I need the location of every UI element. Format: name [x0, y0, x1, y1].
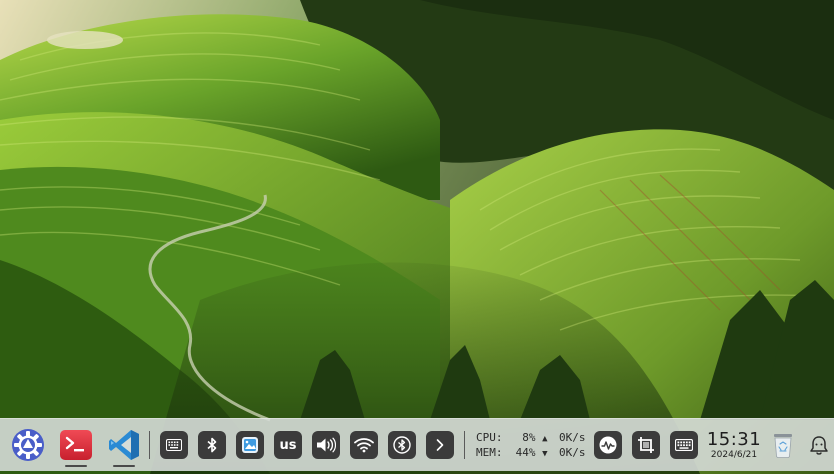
- system-monitor[interactable]: CPU: 8% ▲ 0K/s MEM: 44% ▼ 0K/s: [476, 431, 586, 459]
- taskbar: us CPU: 8% ▲ 0K/s MEM: 44% ▼ 0K/s 15:31 …: [0, 418, 834, 471]
- mem-label: MEM:: [476, 446, 503, 459]
- vscode-running-indicator: [113, 465, 135, 467]
- screenshot-app-icon: [242, 437, 258, 453]
- vscode-icon: [109, 430, 139, 460]
- mem-value: 44%: [515, 446, 536, 459]
- keyboard-settings-button[interactable]: [670, 431, 698, 459]
- crop-screenshot-icon: [638, 437, 654, 453]
- volume-button[interactable]: [312, 431, 340, 459]
- trash-icon: [774, 434, 792, 458]
- vscode-app-button[interactable]: [106, 427, 142, 463]
- activity-monitor-icon: [599, 436, 617, 454]
- bluetooth-icon: [207, 437, 217, 453]
- onscreen-keyboard-icon: [166, 439, 182, 451]
- launcher-gear-icon: [12, 429, 44, 461]
- cpu-value: 8%: [522, 431, 536, 444]
- clock-date: 2024/6/21: [710, 450, 758, 460]
- bluetooth-manager-button[interactable]: [388, 431, 416, 459]
- wifi-icon: [354, 438, 374, 453]
- clock-time: 15:31: [706, 429, 762, 450]
- desktop: us CPU: 8% ▲ 0K/s MEM: 44% ▼ 0K/s 15:31 …: [0, 0, 834, 474]
- clock[interactable]: 15:31 2024/6/21: [706, 429, 762, 463]
- onscreen-keyboard-button[interactable]: [160, 431, 188, 459]
- tray-expand-button[interactable]: [426, 431, 454, 459]
- terminal-icon: [60, 430, 92, 460]
- wallpaper-terraced-hills: [0, 0, 834, 474]
- mem-line: MEM: 44% ▼ 0K/s: [476, 446, 586, 461]
- upload-speed: 0K/s: [559, 431, 586, 444]
- activity-monitor-button[interactable]: [594, 431, 622, 459]
- cpu-label: CPU:: [476, 431, 503, 444]
- cpu-line: CPU: 8% ▲ 0K/s: [476, 431, 586, 446]
- bluetooth-tray-button[interactable]: [198, 431, 226, 459]
- chevron-right-icon: [436, 439, 444, 451]
- bluetooth-circle-icon: [393, 436, 411, 454]
- screenshot-app-button[interactable]: [236, 431, 264, 459]
- volume-icon: [317, 437, 336, 453]
- terminal-running-indicator: [65, 465, 87, 467]
- keyboard-icon: [675, 439, 693, 451]
- launcher-button[interactable]: [10, 427, 46, 463]
- keyboard-layout-label: us: [279, 437, 297, 453]
- notification-icon: [810, 436, 828, 455]
- separator: [464, 431, 465, 459]
- keyboard-layout-button[interactable]: us: [274, 431, 302, 459]
- crop-screenshot-button[interactable]: [632, 431, 660, 459]
- wifi-button[interactable]: [350, 431, 378, 459]
- download-speed: 0K/s: [559, 446, 586, 459]
- trash-button[interactable]: [770, 431, 796, 459]
- notification-button[interactable]: [808, 434, 830, 456]
- terminal-app-button[interactable]: [58, 427, 94, 463]
- separator: [149, 431, 150, 459]
